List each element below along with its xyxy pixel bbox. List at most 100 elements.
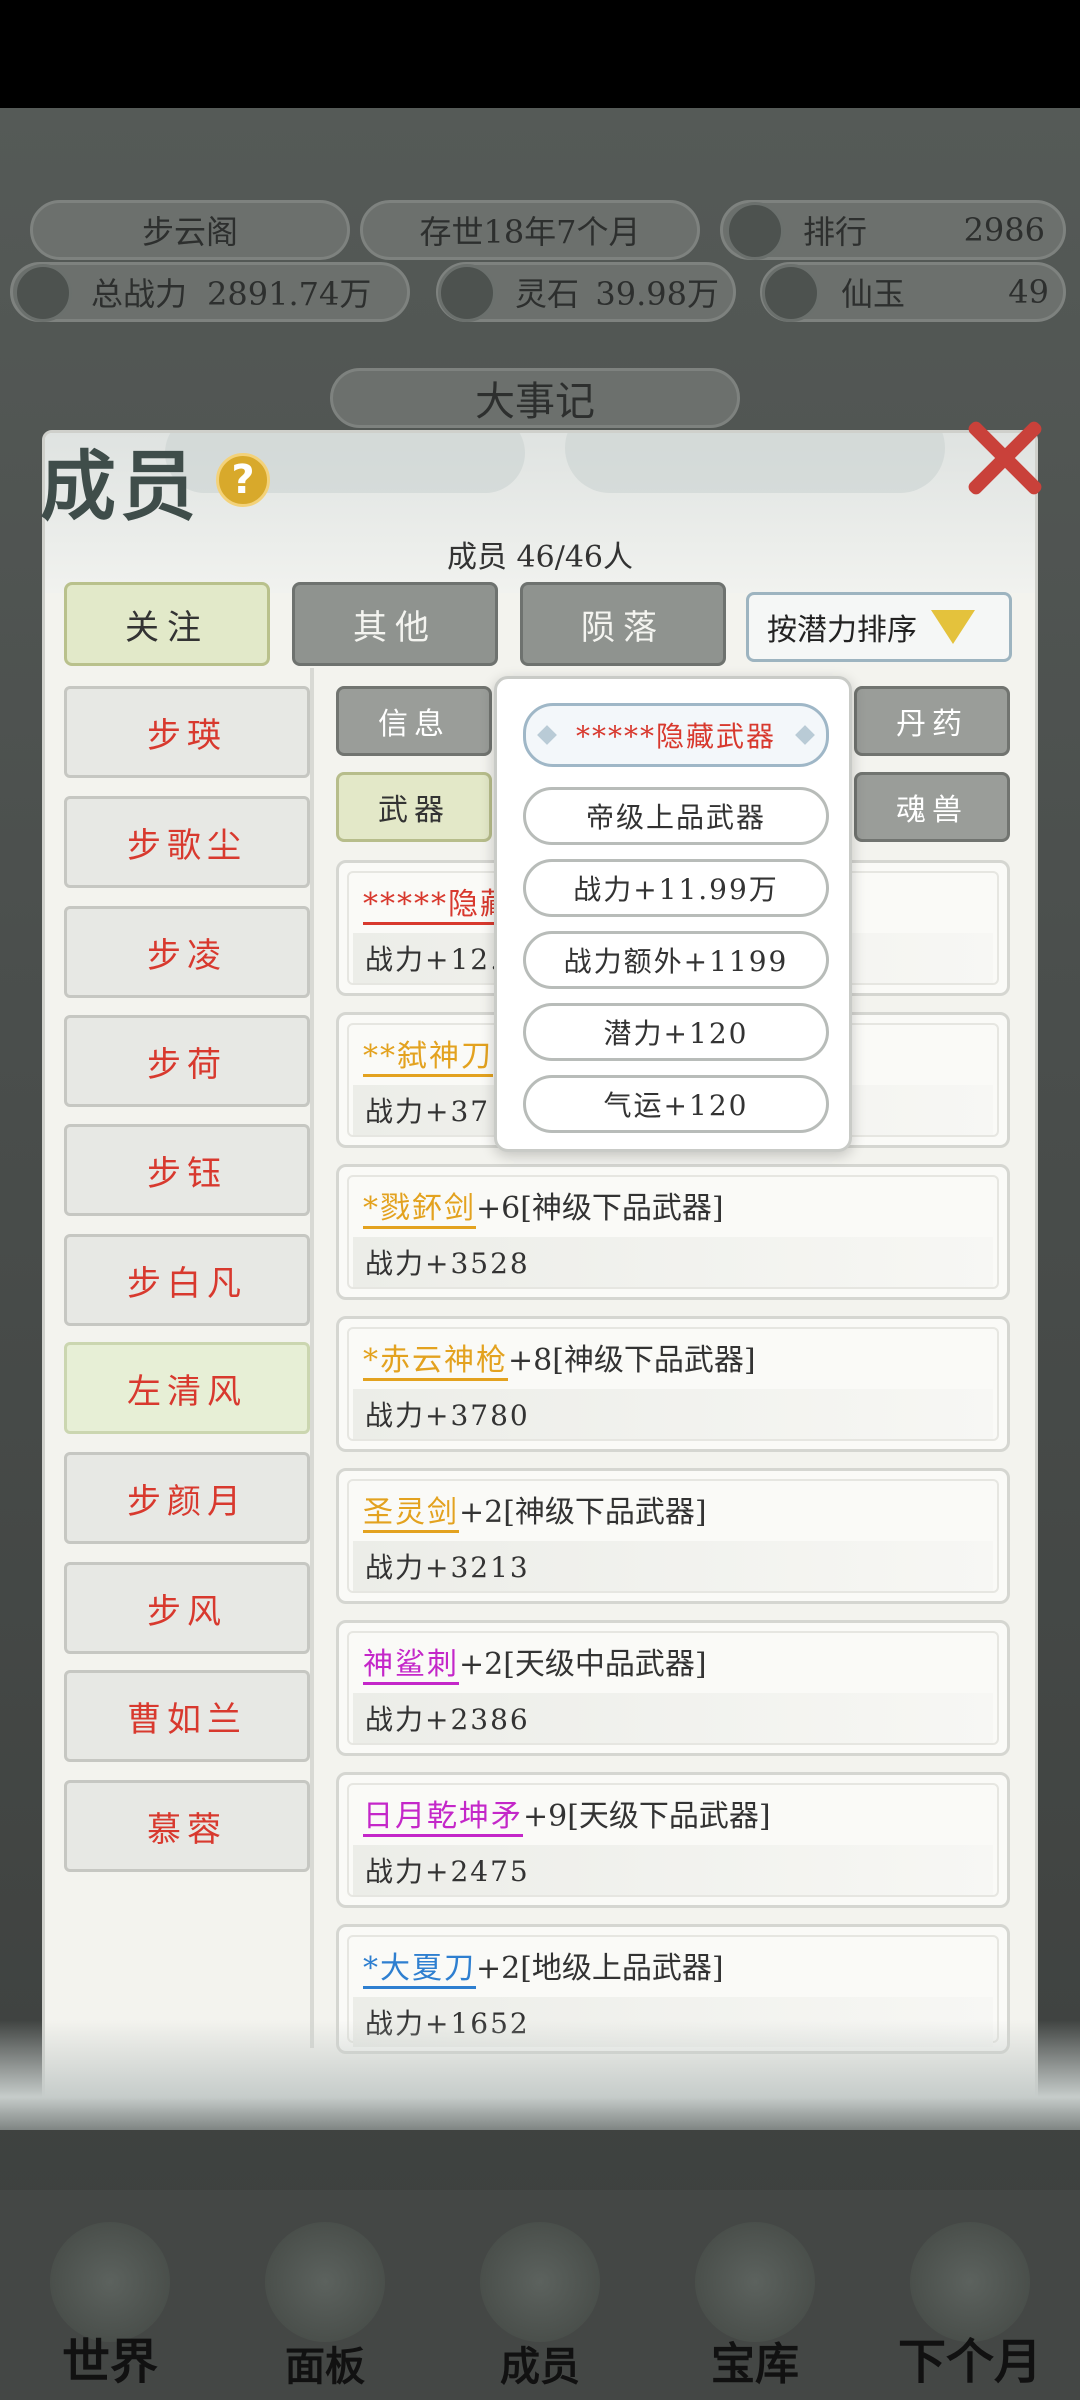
nav-treasury[interactable]: 宝库: [655, 2222, 855, 2392]
member-item[interactable]: 步凌: [64, 906, 310, 998]
card-title: *戮鈈剑+6[神级下品武器]: [363, 1183, 724, 1229]
chronicle-pill: 大事记: [330, 368, 740, 428]
member-item[interactable]: 步瑛: [64, 686, 310, 778]
card-title: **弑神刀: [363, 1031, 493, 1077]
weapon-stat: 战力+2475: [353, 1845, 993, 1895]
weapon-name: *戮鈈剑: [363, 1191, 476, 1229]
subtab-beast[interactable]: 魂兽: [854, 772, 1010, 842]
weapon-grade: +2[地级上品武器]: [476, 1951, 724, 1986]
weapon-name-text: 日月乾坤矛: [363, 1799, 523, 1834]
weapon-grade: +2[天级中品武器]: [459, 1647, 707, 1682]
weapon-prefix: *: [363, 1951, 380, 1986]
weapon-stat: 战力+3780: [353, 1389, 993, 1439]
tab-fallen[interactable]: 陨落: [520, 582, 726, 666]
rank-label: 排行: [803, 213, 868, 251]
power-icon: [14, 264, 72, 322]
power-label: 总战力: [91, 275, 188, 313]
popup-line: 潜力+120: [523, 1003, 829, 1061]
member-item[interactable]: 步荷: [64, 1015, 310, 1107]
member-item[interactable]: 步风: [64, 1562, 310, 1654]
nav-members-label: 成员: [500, 2343, 580, 2390]
weapon-name: *****隐藏: [363, 887, 512, 925]
treasury-icon: [695, 2222, 815, 2342]
weapon-name: 圣灵剑: [363, 1495, 459, 1533]
weapon-prefix: **: [363, 1039, 397, 1074]
member-count: 成员 46/46人: [447, 540, 633, 575]
member-item[interactable]: 步白凡: [64, 1234, 310, 1326]
nav-world[interactable]: 世界: [10, 2222, 210, 2392]
subtab-info[interactable]: 信息: [336, 686, 492, 756]
help-icon[interactable]: ?: [216, 453, 270, 507]
weapon-prefix: *: [363, 1191, 380, 1226]
sort-dropdown[interactable]: 按潜力排序: [746, 592, 1012, 662]
weapon-name-text: 神鲨刺: [363, 1647, 459, 1682]
spirit-stone-icon: [438, 264, 496, 322]
popup-weapon-title: *****隐藏武器: [523, 703, 829, 767]
weapon-name: *大夏刀: [363, 1951, 476, 1989]
card-title: *赤云神枪+8[神级下品武器]: [363, 1335, 756, 1381]
weapon-prefix: *: [363, 1343, 380, 1378]
diamond-icon: [537, 725, 557, 745]
weapon-name-text: 弑神刀: [397, 1039, 493, 1074]
cloud-decoration: [565, 433, 945, 493]
jade-label: 仙玉: [841, 275, 906, 313]
weapon-card[interactable]: *戮鈈剑+6[神级下品武器] 战力+3528: [336, 1164, 1010, 1300]
rank-value: 2986: [963, 211, 1045, 249]
weapon-card[interactable]: 圣灵剑+2[神级下品武器] 战力+3213: [336, 1468, 1010, 1604]
popup-line: 战力额外+1199: [523, 931, 829, 989]
list-divider: [310, 668, 314, 2048]
nav-members[interactable]: 成员: [440, 2222, 640, 2392]
weapon-card[interactable]: 神鲨刺+2[天级中品武器] 战力+2386: [336, 1620, 1010, 1756]
weapon-name: 日月乾坤矛: [363, 1799, 523, 1837]
subtab-weapon[interactable]: 武器: [336, 772, 492, 842]
subtab-pill[interactable]: 丹药: [854, 686, 1010, 756]
existence-pill: 存世18年7个月: [360, 200, 700, 260]
tab-other[interactable]: 其他: [292, 582, 498, 666]
weapon-grade: +8[神级下品武器]: [508, 1343, 756, 1378]
panel-title: 成员: [40, 442, 200, 531]
close-button[interactable]: [958, 410, 1050, 502]
jade-value: 49: [1008, 273, 1049, 311]
weapon-name: **弑神刀: [363, 1039, 493, 1077]
member-item[interactable]: 步钰: [64, 1124, 310, 1216]
weapon-name-text: 大夏刀: [380, 1951, 476, 1986]
popup-line: 战力+11.99万: [523, 859, 829, 917]
sort-label: 按潜力排序: [767, 613, 917, 648]
member-item[interactable]: 步颜月: [64, 1452, 310, 1544]
card-title: *大夏刀+2[地级上品武器]: [363, 1943, 724, 1989]
weapon-card[interactable]: 日月乾坤矛+9[天级下品武器] 战力+2475: [336, 1772, 1010, 1908]
sect-name-pill: 步云阁: [30, 200, 350, 260]
card-title: 神鲨刺+2[天级中品武器]: [363, 1639, 707, 1685]
card-title: 日月乾坤矛+9[天级下品武器]: [363, 1791, 771, 1837]
weapon-prefix: *****: [363, 887, 448, 922]
diamond-icon: [795, 725, 815, 745]
panel-title-block: 成员 ?: [40, 420, 270, 540]
card-title: *****隐藏: [363, 879, 512, 925]
popup-title-text: *****隐藏武器: [575, 720, 776, 753]
member-item[interactable]: 慕蓉: [64, 1780, 310, 1872]
weapon-grade: +6[神级下品武器]: [476, 1191, 724, 1226]
nav-panel[interactable]: 面板: [225, 2222, 425, 2392]
sect-name: 步云阁: [141, 213, 238, 251]
member-item[interactable]: 步歌尘: [64, 796, 310, 888]
bottom-nav: 世界 面板 成员 宝库 下个月: [0, 2190, 1080, 2400]
member-item[interactable]: 曹如兰: [64, 1670, 310, 1762]
tab-follow[interactable]: 关注: [64, 582, 270, 666]
nav-next-month[interactable]: 下个月: [870, 2222, 1070, 2392]
weapon-grade: +9[天级下品武器]: [523, 1799, 771, 1834]
weapon-grade: +2[神级下品武器]: [459, 1495, 707, 1530]
weapon-stat: 战力+3213: [353, 1541, 993, 1591]
nav-next-month-label: 下个月: [897, 2334, 1042, 2390]
weapon-name-text: 赤云神枪: [380, 1343, 508, 1378]
status-bar: [0, 0, 1080, 108]
weapon-stat: 战力+2386: [353, 1693, 993, 1743]
member-item-selected[interactable]: 左清风: [64, 1342, 310, 1434]
nav-world-label: 世界: [61, 2334, 158, 2390]
members-icon: [480, 2222, 600, 2342]
jade-icon: [762, 264, 820, 322]
spirit-stone-label: 灵石: [515, 275, 580, 313]
weapon-card[interactable]: *赤云神枪+8[神级下品武器] 战力+3780: [336, 1316, 1010, 1452]
weapon-detail-popup: *****隐藏武器 帝级上品武器 战力+11.99万 战力额外+1199 潜力+…: [494, 676, 852, 1152]
popup-line: 帝级上品武器: [523, 787, 829, 845]
dropdown-triangle-icon: [931, 610, 975, 644]
